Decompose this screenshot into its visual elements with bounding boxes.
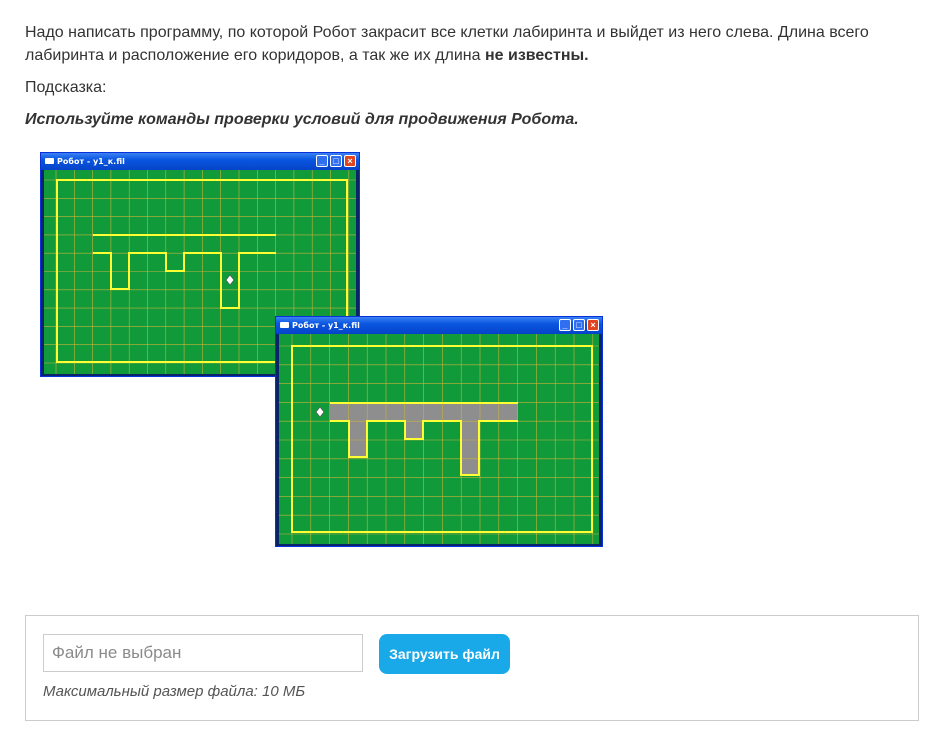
hint-text: Используйте команды проверки условий для… (25, 111, 579, 128)
minimize-icon[interactable]: _ (559, 319, 571, 331)
window-app-icon (45, 158, 54, 164)
upload-file-button[interactable]: Загрузить файл (379, 634, 510, 674)
window-titlebar: Робот - y1_к.fil _ □ × (41, 153, 359, 170)
close-icon[interactable]: × (344, 155, 356, 167)
hint-label: Подсказка: (25, 79, 107, 96)
task-text-main: Надо написать программу, по которой Робо… (25, 24, 869, 64)
file-input[interactable]: Файл не выбран (43, 634, 363, 672)
minimize-icon[interactable]: _ (316, 155, 328, 167)
task-text: Надо написать программу, по которой Робо… (25, 21, 925, 67)
task-description: Надо написать программу, по которой Робо… (25, 21, 925, 131)
close-icon[interactable]: × (587, 319, 599, 331)
robot-window-result: Робот - y1_к.fil _ □ × (275, 316, 603, 547)
window-title: Робот - y1_к.fil (292, 321, 360, 330)
window-title: Робот - y1_к.fil (57, 157, 125, 166)
max-file-size-note: Максимальный размер файла: 10 МБ (43, 683, 306, 700)
field-background (279, 334, 599, 544)
maximize-icon[interactable]: □ (330, 155, 342, 167)
upload-panel: Файл не выбран Загрузить файл Максимальн… (25, 615, 919, 721)
file-input-placeholder: Файл не выбран (52, 643, 182, 662)
robot-field-result (279, 334, 599, 544)
window-app-icon (280, 322, 289, 328)
maximize-icon[interactable]: □ (573, 319, 585, 331)
task-text-bold: не известны. (484, 47, 589, 64)
window-titlebar: Робот - y1_к.fil _ □ × (276, 317, 602, 334)
